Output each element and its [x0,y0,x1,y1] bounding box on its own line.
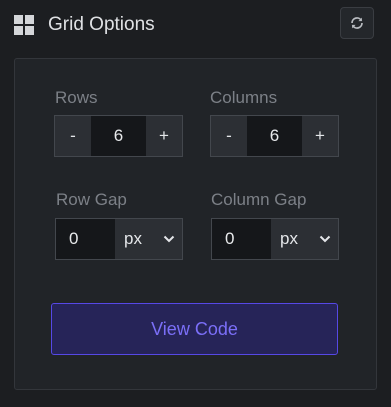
refresh-button[interactable] [340,7,374,39]
column-gap-label: Column Gap [211,190,307,209]
column-gap-unit-value: px [280,229,298,248]
row-gap-unit-value: px [124,229,142,248]
rows-value[interactable]: 6 [91,116,146,156]
columns-stepper: - 6 + [210,115,339,157]
columns-increment-button[interactable]: + [302,116,338,156]
columns-label: Columns [210,88,278,107]
view-code-button[interactable]: View Code [51,303,338,355]
panel-title: Grid Options [48,14,155,35]
row-gap-input[interactable]: 0 [56,219,115,259]
chevron-down-icon [319,235,331,243]
rows-label: Rows [55,88,98,107]
rows-stepper: - 6 + [54,115,183,157]
column-gap-input[interactable]: 0 [212,219,271,259]
rows-decrement-button[interactable]: - [55,116,91,156]
row-gap-label: Row Gap [56,190,127,209]
row-gap-unit-select[interactable]: px [115,219,182,259]
column-gap-unit-select[interactable]: px [271,219,338,259]
rows-increment-button[interactable]: + [146,116,182,156]
column-gap-field: 0 px [211,218,339,260]
chevron-down-icon [163,235,175,243]
grid-icon [14,15,34,35]
panel-header: Grid Options [0,0,391,50]
columns-decrement-button[interactable]: - [211,116,247,156]
refresh-icon [351,17,363,29]
columns-value[interactable]: 6 [247,116,302,156]
row-gap-field: 0 px [55,218,183,260]
